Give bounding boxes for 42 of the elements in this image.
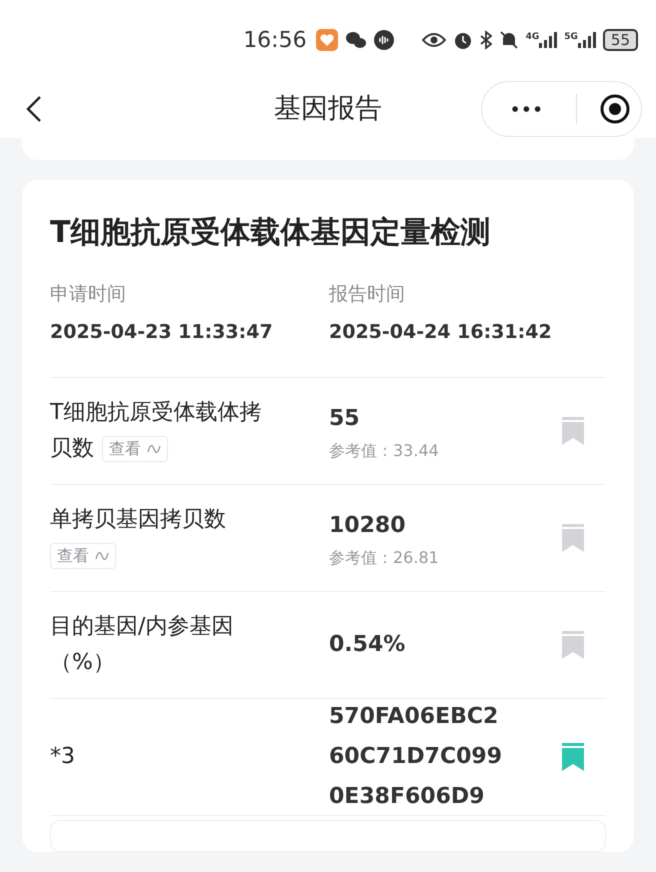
- reference-value: 参考值：26.81: [329, 548, 440, 568]
- audio-icon: [374, 30, 394, 50]
- meta-value: 2025-04-24 16:31:42: [329, 321, 553, 343]
- bookmark-icon[interactable]: [562, 631, 584, 659]
- signal-4g-indicator: 4G: [526, 32, 558, 48]
- item-label: 贝数: [50, 436, 94, 461]
- more-button[interactable]: •••: [510, 100, 554, 118]
- status-time: 16:56: [243, 28, 307, 52]
- meta-value: 2025-04-23 11:33:47: [50, 321, 274, 343]
- view-chart-button[interactable]: 查看: [102, 436, 168, 462]
- item-label: 目的基因/内参基因: [50, 613, 234, 641]
- wave-icon: [95, 550, 109, 562]
- item-value: 0.54%: [329, 631, 406, 659]
- back-icon[interactable]: [26, 95, 42, 123]
- item-label: 单拷贝基因拷贝数: [50, 507, 226, 532]
- bluetooth-icon: [480, 30, 492, 50]
- item-value: 10280: [329, 512, 407, 540]
- item-value: 55: [329, 404, 361, 432]
- eye-icon: [422, 32, 446, 48]
- item-label: （%）: [50, 650, 115, 675]
- chat-icon: [344, 30, 367, 50]
- page-title: 基因报告: [274, 92, 382, 126]
- battery-indicator: 55: [602, 29, 638, 51]
- alarm-icon: [452, 30, 473, 50]
- bookmark-icon[interactable]: [562, 417, 584, 445]
- item-value: 60C71D7C099: [329, 743, 504, 771]
- report-title: T细胞抗原受体载体基因定量检测: [50, 214, 492, 252]
- item-label: *3: [50, 744, 75, 769]
- bookmark-icon[interactable]: [562, 524, 584, 552]
- bell-muted-icon: [498, 30, 519, 50]
- close-target-icon[interactable]: [599, 93, 631, 125]
- signal-5g-indicator: 5G: [564, 32, 596, 48]
- reference-value: 参考值：33.44: [329, 440, 440, 462]
- item-value: 0E38F606D9: [329, 783, 486, 811]
- wave-icon: [147, 442, 161, 455]
- meta-label: 报告时间: [329, 282, 406, 307]
- bookmark-icon[interactable]: [562, 743, 584, 771]
- view-chart-button[interactable]: 查看: [50, 542, 116, 569]
- meta-label: 申请时间: [50, 282, 127, 307]
- heart-app-icon: [316, 29, 338, 51]
- item-label: T细胞抗原受体载体拷: [50, 399, 262, 427]
- item-value: 570FA06EBC2: [329, 703, 500, 731]
